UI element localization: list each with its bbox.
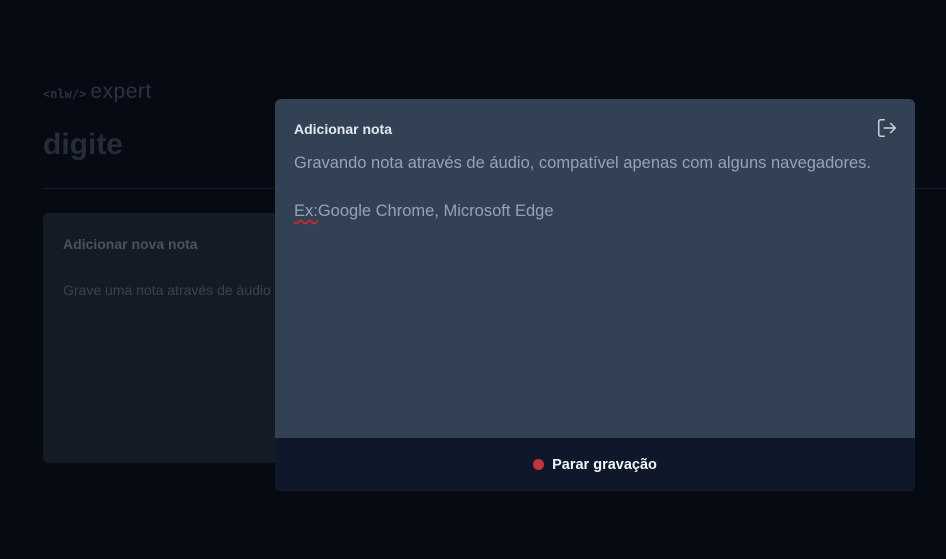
note-textarea[interactable]: Gravando nota através de áudio, compatív… xyxy=(294,151,896,223)
stop-recording-button[interactable]: Parar gravação xyxy=(275,438,915,491)
add-note-modal: Adicionar nota Gravando nota através de … xyxy=(275,99,915,491)
app-logo: <nlw/> expert xyxy=(43,80,152,104)
logo-code: <nlw/> xyxy=(43,87,87,101)
app-page: <nlw/> expert digite Adicionar nova nota… xyxy=(0,0,946,559)
close-button[interactable] xyxy=(875,116,899,140)
logo-word: expert xyxy=(90,80,152,103)
stop-recording-label: Parar gravação xyxy=(552,456,657,473)
note-example-prefix: Ex: xyxy=(294,202,318,220)
note-line-1: Gravando nota através de áudio, compatív… xyxy=(294,154,871,172)
modal-body: Adicionar nota Gravando nota através de … xyxy=(275,99,915,438)
recording-dot-icon xyxy=(533,459,545,470)
search-input[interactable]: digite xyxy=(43,128,123,162)
note-example-text: Google Chrome, Microsoft Edge xyxy=(317,202,554,220)
modal-title: Adicionar nota xyxy=(294,121,393,137)
exit-icon xyxy=(878,119,896,137)
